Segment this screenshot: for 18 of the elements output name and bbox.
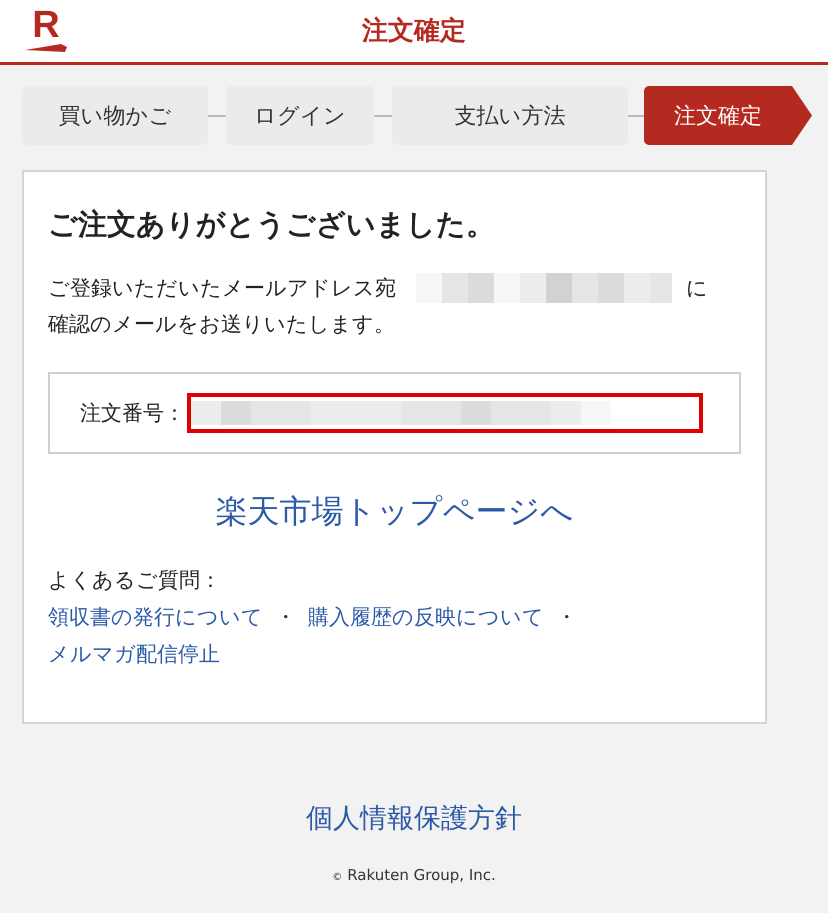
separator-dot: ・: [275, 605, 296, 629]
faq-link[interactable]: 購入履歴の反映について: [308, 605, 544, 629]
faq-link[interactable]: メルマガ配信停止: [48, 642, 220, 666]
copyright-icon: ©: [332, 872, 342, 883]
faq-link[interactable]: 領収書の発行について: [48, 605, 263, 629]
top-page-link[interactable]: 楽天市場トップページへ: [216, 492, 574, 530]
thanks-heading: ご注文ありがとうございました。: [48, 206, 495, 243]
swoosh-icon: [25, 44, 67, 52]
copyright-text: Rakuten Group, Inc.: [347, 866, 496, 884]
message-text: 確認のメールをお送りいたします。: [48, 311, 395, 338]
message-text: に: [686, 275, 708, 302]
order-number-label: 注文番号：: [80, 400, 185, 427]
page-title: 注文確定: [362, 15, 466, 48]
logo-letter: R: [32, 6, 60, 44]
privacy-policy-link[interactable]: 個人情報保護方針: [306, 803, 522, 834]
faq-label: よくあるご質問：: [48, 568, 221, 592]
message-text: ご登録いただいたメールアドレス宛: [48, 275, 396, 302]
separator-dot: ・: [556, 605, 577, 629]
